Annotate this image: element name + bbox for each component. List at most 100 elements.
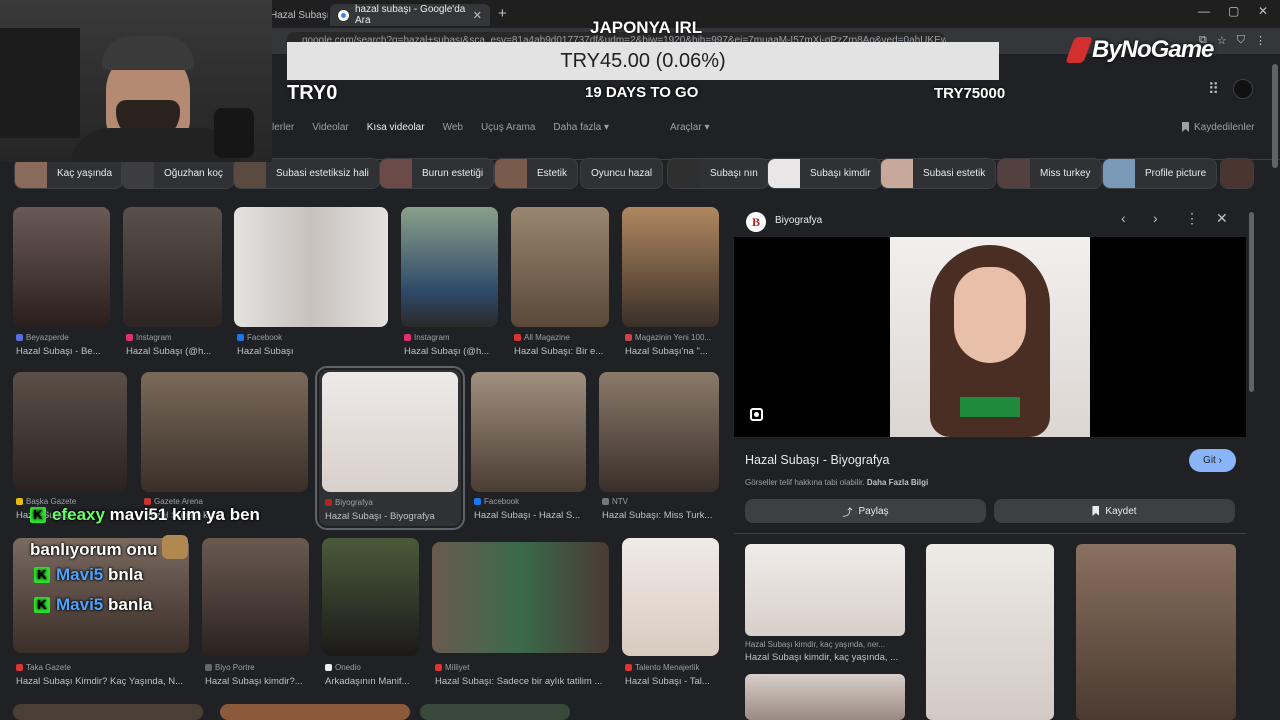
chip[interactable]: Oyuncu hazal — [580, 158, 664, 189]
result-thumbnail[interactable] — [401, 207, 498, 327]
image-result[interactable] — [420, 704, 570, 720]
related-image[interactable] — [926, 544, 1054, 720]
result-thumbnail[interactable] — [599, 372, 719, 492]
result-thumbnail[interactable] — [471, 372, 586, 492]
image-result[interactable]: Beyazperde Hazal Subaşı - Be... — [13, 207, 110, 357]
nav-item-short-videos[interactable]: Kısa videolar — [367, 122, 425, 138]
result-thumbnail[interactable] — [420, 704, 570, 720]
chip[interactable]: Subasi estetik — [880, 158, 997, 189]
result-thumbnail[interactable] — [123, 207, 222, 327]
visit-button[interactable]: Git › — [1189, 449, 1236, 472]
chip[interactable]: Estetik — [494, 158, 579, 189]
shield-icon[interactable]: ⛉ — [1237, 34, 1245, 47]
chip[interactable]: Kaç yaşında — [14, 158, 124, 189]
panel-source-name[interactable]: Biyografya — [775, 215, 822, 226]
previous-icon[interactable]: ‹ — [1121, 210, 1126, 226]
close-window-icon[interactable]: ✕ — [1258, 4, 1268, 18]
result-title[interactable]: Hazal Subaşı - Be... — [16, 346, 110, 357]
image-result[interactable]: Onedio Arkadaşının Manif... — [322, 538, 419, 688]
learn-more-link[interactable]: Daha Fazla Bilgi — [867, 478, 928, 487]
image-result-selected[interactable]: Biyografya Hazal Subaşı - Biyografya — [315, 366, 465, 530]
related-image[interactable] — [1076, 544, 1236, 720]
result-thumbnail[interactable] — [234, 207, 388, 327]
result-title[interactable]: Hazal Subaşı (@h... — [404, 346, 498, 357]
result-title[interactable]: Arkadaşının Manif... — [325, 676, 419, 687]
image-result[interactable]: All Magazine Hazal Subaşı: Bir e... — [511, 207, 609, 357]
image-result[interactable]: Talento Menajerlik Hazal Subaşı - Tal... — [622, 538, 719, 688]
lens-search-icon[interactable] — [750, 408, 763, 421]
result-title[interactable]: Hazal Subaşı kimdir?... — [205, 676, 309, 687]
result-thumbnail[interactable] — [622, 538, 719, 656]
image-result[interactable]: Gazete Arena Hazal Subaşı kim... — [141, 372, 308, 522]
account-avatar[interactable] — [1233, 79, 1253, 99]
more-options-icon[interactable]: ⋮ — [1185, 210, 1199, 227]
result-thumbnail[interactable] — [322, 372, 458, 492]
next-icon[interactable]: › — [1153, 210, 1158, 226]
panel-title[interactable]: Hazal Subaşı - Biyografya — [745, 453, 890, 467]
close-tab-icon[interactable]: ✕ — [473, 9, 482, 22]
tools-dropdown[interactable]: Araçlar ▾ — [670, 122, 709, 133]
image-result[interactable]: Biyo Portre Hazal Subaşı kimdir?... — [202, 538, 309, 688]
image-result[interactable] — [13, 704, 203, 720]
result-title[interactable]: Hazal Subaşı (@h... — [126, 346, 222, 357]
nav-item-web[interactable]: Web — [443, 122, 463, 138]
panel-scrollbar[interactable] — [1249, 212, 1254, 392]
image-result[interactable]: NTV Hazal Subaşı: Miss Turk... — [599, 372, 719, 522]
result-title[interactable]: Hazal Subaşı'na "... — [625, 346, 719, 357]
share-button[interactable]: ⤴ Paylaş — [745, 499, 986, 523]
chip[interactable]: Miss turkey — [997, 158, 1102, 189]
preview-image[interactable] — [890, 237, 1090, 437]
result-thumbnail[interactable] — [13, 207, 110, 327]
result-title[interactable]: Hazal Subaşı: Sadece bir aylık tatilim .… — [435, 676, 609, 687]
result-thumbnail[interactable] — [432, 542, 609, 653]
chip[interactable]: Profile picture — [1102, 158, 1218, 189]
related-title[interactable]: Hazal Subaşı kimdir, kaç yaşında, ... — [745, 652, 898, 663]
chip[interactable]: Subasi estetiksiz hali — [233, 158, 380, 189]
result-title[interactable]: Hazal Subaşı Kimdir? Kaç Yaşında, N... — [16, 676, 190, 687]
chip[interactable]: Burun estetiği — [379, 158, 495, 189]
bookmark-star-icon[interactable]: ☆ — [1217, 34, 1227, 47]
image-result[interactable] — [220, 704, 410, 720]
chip[interactable] — [1220, 158, 1254, 189]
result-title[interactable]: Hazal Subaşı — [237, 346, 387, 357]
result-title[interactable]: Hazal Subaşı - Hazal S... — [474, 510, 585, 521]
browser-tab-active[interactable]: hazal subaşı - Google'da Ara ✕ — [330, 4, 490, 26]
result-thumbnail[interactable] — [220, 704, 410, 720]
image-result[interactable]: Instagram Hazal Subaşı (@h... — [123, 207, 222, 357]
result-thumbnail[interactable] — [202, 538, 309, 656]
image-result[interactable]: Instagram Hazal Subaşı (@h... — [401, 207, 498, 357]
result-thumbnail[interactable] — [511, 207, 609, 327]
related-image[interactable] — [745, 674, 905, 720]
result-thumbnail[interactable] — [13, 704, 203, 720]
saved-link[interactable]: Kaydedilenler — [1182, 122, 1255, 133]
image-result[interactable]: Facebook Hazal Subaşı — [234, 207, 388, 357]
nav-item-flights[interactable]: Uçuş Arama — [481, 122, 535, 138]
result-title[interactable]: Hazal Subaşı - Biyografya — [325, 511, 457, 522]
result-title[interactable]: Hazal Subaşı - Tal... — [625, 676, 719, 687]
nav-item-videos[interactable]: Videolar — [312, 122, 349, 138]
result-thumbnail[interactable] — [622, 207, 719, 327]
close-panel-icon[interactable]: ✕ — [1216, 210, 1228, 227]
related-image[interactable] — [745, 544, 905, 636]
result-title[interactable]: Hazal Subaşı: Miss Turk... — [602, 510, 718, 521]
result-thumbnail[interactable] — [13, 372, 127, 492]
nav-item-images[interactable]: lerler — [272, 122, 294, 138]
menu-dots-icon[interactable]: ⋮ — [1255, 34, 1266, 47]
chip[interactable]: Subaşı nın — [667, 158, 769, 189]
minimize-icon[interactable]: — — [1198, 4, 1210, 18]
page-scrollbar[interactable] — [1272, 64, 1278, 168]
chip[interactable]: Subaşı kimdir — [767, 158, 882, 189]
nav-item-more[interactable]: Daha fazla ▾ — [553, 122, 609, 138]
save-button[interactable]: Kaydet — [994, 499, 1235, 523]
image-result[interactable]: Facebook Hazal Subaşı - Hazal S... — [471, 372, 586, 522]
image-result[interactable]: Başka Gazete Hazal Subaşı - ... — [13, 372, 127, 522]
maximize-icon[interactable]: ▢ — [1228, 4, 1239, 18]
new-tab-icon[interactable]: + — [498, 5, 507, 22]
image-result[interactable]: Magazinin Yeni 100... Hazal Subaşı'na ".… — [622, 207, 719, 357]
chip[interactable]: Oğuzhan koç — [121, 158, 234, 189]
result-title[interactable]: Hazal Subaşı: Bir e... — [514, 346, 609, 357]
result-thumbnail[interactable] — [322, 538, 419, 656]
apps-grid-icon[interactable]: ⠿ — [1208, 80, 1219, 98]
result-thumbnail[interactable] — [141, 372, 308, 492]
image-result[interactable]: Milliyet Hazal Subaşı: Sadece bir aylık … — [432, 542, 609, 688]
